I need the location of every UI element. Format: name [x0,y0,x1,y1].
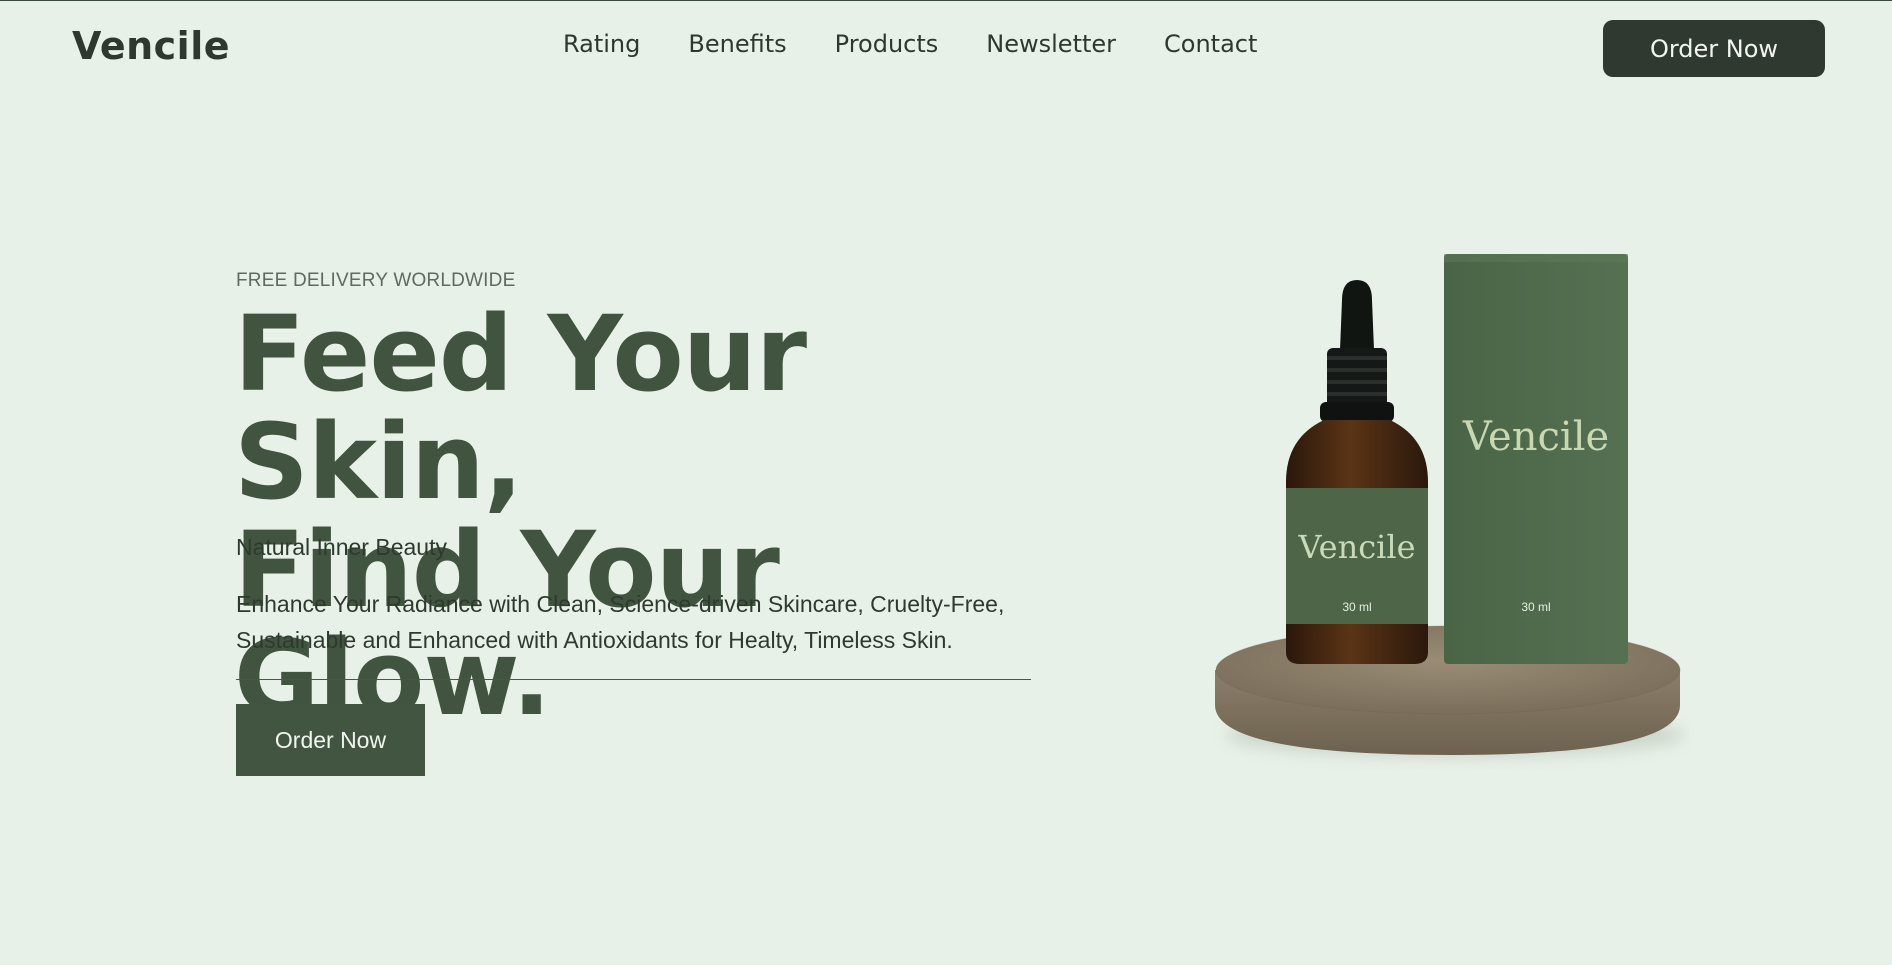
nav-item-products[interactable]: Products [835,30,939,58]
description-line-2: Sustainable and Enhanced with Antioxidan… [236,627,953,653]
hero-eyebrow: FREE DELIVERY WORLDWIDE [236,270,516,291]
product-image: Vencile 30 ml Vencile 30 ml [1210,250,1690,770]
main-nav: Rating Benefits Products Newsletter Cont… [563,30,1257,58]
nav-item-rating[interactable]: Rating [563,30,640,58]
top-border [0,0,1892,1]
bottle-dropper [1320,280,1394,422]
hero-divider [236,679,1031,680]
nav-item-benefits[interactable]: Benefits [688,30,786,58]
brand-logo[interactable]: Vencile [72,24,230,68]
bottle-volume-label: 30 ml [1342,600,1371,614]
nav-item-newsletter[interactable]: Newsletter [986,30,1116,58]
hero-order-now-button[interactable]: Order Now [236,704,425,776]
hero-subhead: Natural Inner Beauty [236,534,447,560]
nav-item-contact[interactable]: Contact [1164,30,1257,58]
header-order-now-button[interactable]: Order Now [1603,20,1825,77]
headline-line-1: Feed Your Skin, [234,293,807,523]
description-line-1: Enhance Your Radiance with Clean, Scienc… [236,591,1005,617]
hero-description: Enhance Your Radiance with Clean, Scienc… [236,586,1056,658]
hero-headline: Feed Your Skin, Find Your Glow. [234,300,1094,732]
bottle-brand-label: Vencile [1297,528,1415,566]
product-illustration: Vencile 30 ml Vencile 30 ml [1215,254,1685,757]
box-volume-label: 30 ml [1521,600,1550,614]
box-brand-label: Vencile [1462,414,1609,460]
